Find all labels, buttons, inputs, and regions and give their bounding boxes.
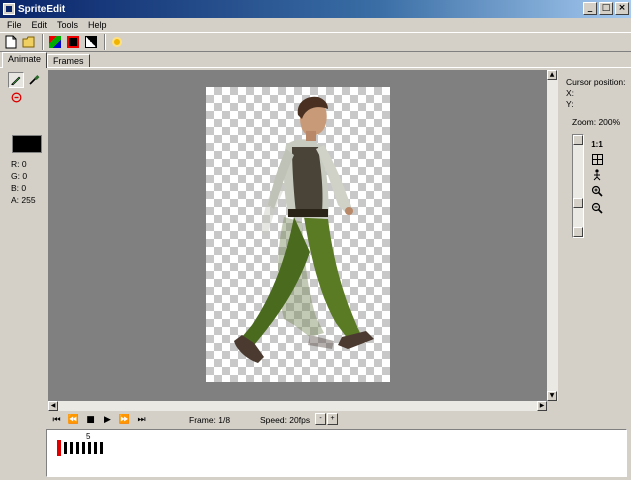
- frame-tick[interactable]: [88, 442, 91, 454]
- sprite-canvas[interactable]: [48, 70, 547, 401]
- contrast-icon[interactable]: [83, 34, 99, 50]
- frame-counter: Frame: 1/8: [189, 415, 231, 425]
- scroll-up-arrow[interactable]: ▲: [547, 70, 557, 80]
- menu-help[interactable]: Help: [83, 20, 112, 30]
- color-map-icon[interactable]: [65, 34, 81, 50]
- alpha-value: A: 255: [11, 195, 36, 205]
- current-color-swatch[interactable]: [12, 135, 42, 153]
- frame-tick[interactable]: [82, 442, 85, 454]
- blue-value: B: 0: [11, 183, 27, 193]
- zoom-slider-thumb[interactable]: [573, 198, 583, 208]
- last-frame-icon[interactable]: ⏭: [133, 413, 150, 427]
- rewind-icon[interactable]: ⏪: [65, 413, 82, 427]
- playback-controls: ⏮ ⏪ ■ ▶ ⏩ ⏭ Frame: 1/8 Speed: 20fps - +: [48, 411, 631, 428]
- horizontal-scrollbar[interactable]: ◀ ▶: [48, 401, 547, 411]
- light-icon[interactable]: [109, 34, 125, 50]
- pencil-icon[interactable]: [8, 72, 24, 88]
- frame-tick[interactable]: [64, 442, 67, 454]
- scroll-right-arrow[interactable]: ▶: [537, 401, 547, 411]
- vertical-scrollbar[interactable]: ▲ ▼: [547, 70, 558, 401]
- menu-file[interactable]: File: [2, 20, 27, 30]
- speed-down-button[interactable]: -: [315, 413, 326, 425]
- open-folder-icon[interactable]: [21, 34, 37, 50]
- play-icon[interactable]: ▶: [99, 413, 116, 427]
- close-button[interactable]: ×: [615, 2, 629, 15]
- fast-forward-icon[interactable]: ⏩: [116, 413, 133, 427]
- tab-frames[interactable]: Frames: [47, 54, 90, 68]
- scroll-left-arrow[interactable]: ◀: [48, 401, 58, 411]
- figure-fit-icon[interactable]: [590, 168, 604, 182]
- sprite-frame[interactable]: [206, 87, 390, 382]
- window-title: SpriteEdit: [18, 3, 66, 15]
- palette-icon[interactable]: [47, 34, 63, 50]
- scroll-down-arrow[interactable]: ▼: [547, 391, 557, 401]
- clear-icon[interactable]: [8, 89, 24, 105]
- timeline-marker-label: 5: [86, 432, 91, 441]
- frame-tick[interactable]: [76, 442, 79, 454]
- color-values: R: 0 G: 0 B: 0 A: 255: [11, 158, 36, 206]
- menu-tools[interactable]: Tools: [52, 20, 83, 30]
- window-controls: _ □ ×: [583, 2, 629, 15]
- red-value: R: 0: [11, 159, 27, 169]
- zoom-slider[interactable]: [572, 134, 584, 238]
- grid-icon[interactable]: [590, 152, 604, 166]
- walking-man-sprite: [234, 96, 374, 363]
- speed-label: Speed: 20fps: [260, 415, 311, 425]
- green-value: G: 0: [11, 171, 28, 181]
- app-icon: [3, 3, 15, 15]
- frame-tick[interactable]: [100, 442, 103, 454]
- tool-panel: R: 0 G: 0 B: 0 A: 255: [4, 70, 46, 400]
- minimize-button[interactable]: _: [583, 2, 597, 15]
- maximize-button[interactable]: □: [599, 2, 613, 15]
- menu-edit[interactable]: Edit: [27, 20, 53, 30]
- zoom-up-arrow[interactable]: [573, 135, 583, 145]
- zoom-out-icon[interactable]: [590, 201, 604, 215]
- tab-divider: [0, 67, 631, 68]
- title-bar: SpriteEdit _ □ ×: [0, 0, 631, 18]
- new-file-icon[interactable]: [3, 34, 19, 50]
- zoom-in-icon[interactable]: [590, 184, 604, 198]
- timeline[interactable]: 5: [46, 429, 627, 477]
- menu-bar: File Edit Tools Help: [0, 18, 631, 32]
- stop-icon[interactable]: ■: [82, 413, 99, 427]
- cursor-x-label: X:: [566, 88, 575, 98]
- info-panel: Cursor position: X: Y: Zoom: 200% 1:1: [560, 70, 631, 410]
- speed-up-button[interactable]: +: [327, 413, 338, 425]
- cursor-y-label: Y:: [566, 99, 574, 109]
- zoom-label: Zoom: 200%: [572, 117, 621, 127]
- actual-size-button[interactable]: 1:1: [590, 137, 604, 151]
- current-frame-tick[interactable]: [57, 440, 61, 456]
- toolbar-separator: [104, 34, 106, 50]
- tab-strip: Animate Frames: [0, 52, 631, 68]
- toolbar-separator: [42, 34, 44, 50]
- toolbar: [0, 32, 631, 52]
- first-frame-icon[interactable]: ⏮: [48, 413, 65, 427]
- frame-tick[interactable]: [94, 442, 97, 454]
- frame-tick[interactable]: [70, 442, 73, 454]
- zoom-down-arrow[interactable]: [573, 227, 583, 237]
- cursor-position-label: Cursor position:: [566, 77, 626, 87]
- frame-ticks: [57, 440, 103, 456]
- eyedropper-icon[interactable]: [26, 72, 42, 88]
- tab-animate[interactable]: Animate: [2, 52, 48, 68]
